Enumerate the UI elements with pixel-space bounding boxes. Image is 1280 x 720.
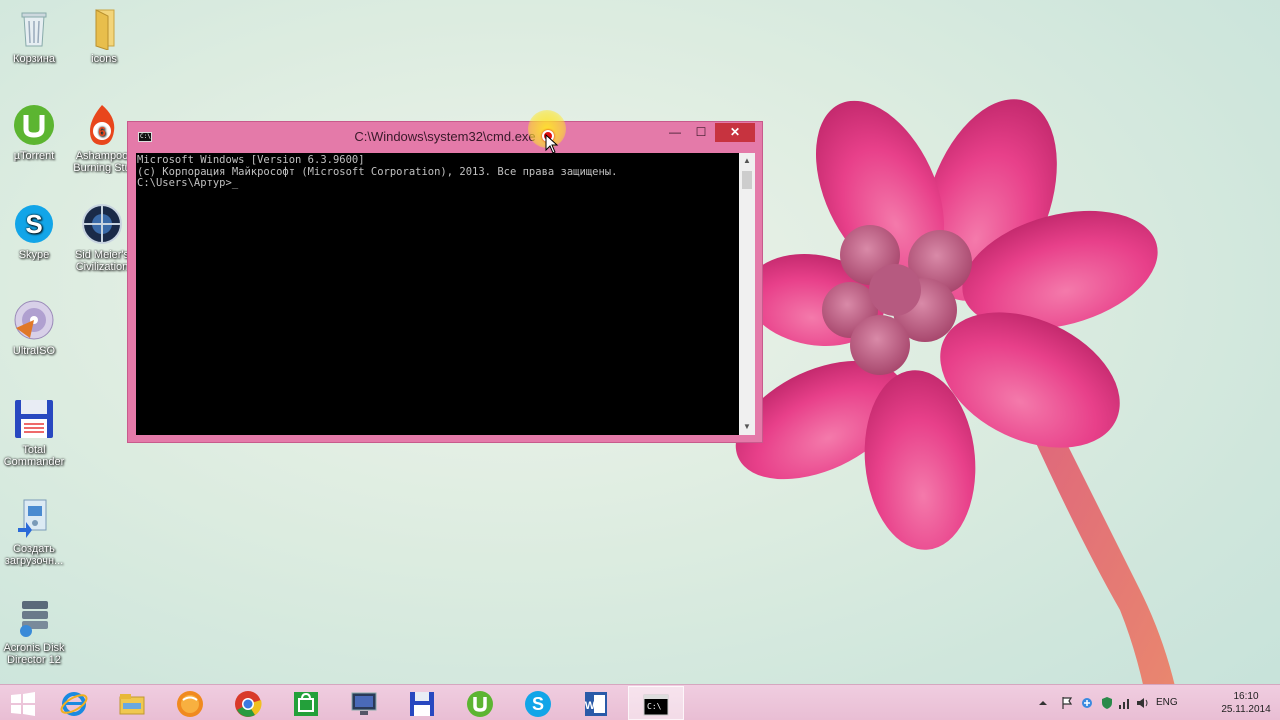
taskbar: S W C:\ ENG 16:10 25.11.2014: [0, 684, 1280, 720]
desktop-icon-civilization[interactable]: Sid Meier's Civilization: [69, 202, 135, 273]
desktop-icon-skype[interactable]: S Skype: [1, 202, 67, 261]
volume-icon[interactable]: [1136, 696, 1150, 710]
scroll-up-arrow-icon[interactable]: ▲: [739, 153, 755, 169]
desktop-icon-acronis[interactable]: Acronis Disk Director 12: [1, 595, 67, 666]
cmd-titlebar[interactable]: C:\ C:\Windows\system32\cmd.exe — ☐ ✕: [128, 122, 762, 150]
desktop-icon-ashampoo[interactable]: 6 Ashampoo Burning Stu: [69, 103, 135, 174]
chrome-icon: [235, 691, 262, 717]
desktop-icon-ultraiso[interactable]: UltraISO: [1, 298, 67, 357]
desktop-icon-folder[interactable]: icons: [71, 6, 137, 65]
taskbar-file-explorer[interactable]: [105, 686, 161, 720]
vertical-scrollbar[interactable]: ▲ ▼: [739, 153, 755, 435]
skype-icon: S: [525, 691, 551, 717]
taskbar-media-player[interactable]: [163, 686, 219, 720]
console-output[interactable]: Microsoft Windows [Version 6.3.9600] (c) …: [136, 153, 739, 435]
antivirus-icon[interactable]: [1100, 696, 1114, 710]
taskbar-chrome[interactable]: [221, 686, 277, 720]
network-sync-icon[interactable]: [1080, 696, 1094, 710]
console-prompt: C:\Users\Артур>_: [137, 177, 239, 189]
acronis-icon: [20, 601, 48, 637]
svg-text:6: 6: [98, 124, 105, 139]
media-player-icon: [177, 691, 203, 717]
svg-text:C:\: C:\: [647, 702, 662, 711]
folder-icon: [95, 9, 115, 50]
taskbar-utorrent[interactable]: [453, 686, 509, 720]
console-line: Microsoft Windows [Version 6.3.9600]: [137, 154, 365, 166]
maximize-button[interactable]: ☐: [688, 123, 714, 142]
clock[interactable]: 16:10 25.11.2014: [1216, 690, 1276, 716]
scroll-down-arrow-icon[interactable]: ▼: [739, 419, 755, 435]
clock-time: 16:10: [1233, 691, 1259, 702]
file-explorer-icon: [119, 694, 145, 715]
language-indicator[interactable]: ENG: [1156, 697, 1178, 708]
command-prompt-icon: C:\: [643, 694, 669, 716]
svg-text:S: S: [532, 694, 544, 714]
scroll-thumb[interactable]: [742, 171, 752, 189]
ashampoo-burning-icon: 6: [90, 105, 115, 145]
word-icon: W: [585, 692, 607, 716]
internet-explorer-icon: [60, 692, 88, 716]
floppy-disk-icon: [410, 692, 434, 716]
desktop-icon-create-bootable[interactable]: Создать загрузочн...: [1, 496, 67, 567]
utorrent-icon: [467, 691, 493, 717]
system-tray: ENG 16:10 25.11.2014: [1030, 685, 1280, 720]
taskbar-cmd[interactable]: C:\: [628, 686, 684, 720]
taskbar-word[interactable]: W: [569, 686, 625, 720]
clock-date: 25.11.2014: [1221, 704, 1271, 715]
monitor-app-icon: [351, 692, 377, 715]
flag-icon[interactable]: [1060, 696, 1074, 710]
show-hidden-icons-icon[interactable]: [1036, 696, 1050, 710]
taskbar-ampps[interactable]: [337, 686, 393, 720]
taskbar-skype[interactable]: S: [511, 686, 567, 720]
taskbar-total-commander[interactable]: [395, 686, 451, 720]
minimize-button[interactable]: —: [662, 123, 688, 142]
civilization-icon: [82, 204, 122, 244]
windows-logo-icon: [11, 692, 35, 716]
store-icon: [294, 692, 318, 716]
create-bootable-icon: [18, 499, 47, 538]
svg-text:S: S: [25, 209, 42, 239]
ultraiso-icon: [14, 300, 54, 340]
desktop-icon-utorrent[interactable]: µTorrent: [1, 103, 67, 162]
taskbar-internet-explorer[interactable]: [47, 686, 103, 720]
utorrent-icon: [14, 105, 54, 145]
mouse-pointer-icon: [545, 134, 559, 154]
skype-icon: S: [15, 205, 53, 243]
desktop-icon-total-commander[interactable]: Total Commander: [1, 397, 67, 468]
taskbar-store[interactable]: [279, 686, 335, 720]
total-commander-icon: [15, 400, 53, 438]
close-button[interactable]: ✕: [715, 123, 755, 142]
cmd-window[interactable]: C:\ C:\Windows\system32\cmd.exe — ☐ ✕ Mi…: [127, 121, 763, 443]
svg-text:W: W: [585, 700, 596, 712]
recycle-bin-icon: [21, 12, 47, 47]
desktop-icon-recycle-bin[interactable]: Корзина: [1, 6, 67, 65]
network-icon[interactable]: [1118, 696, 1132, 710]
